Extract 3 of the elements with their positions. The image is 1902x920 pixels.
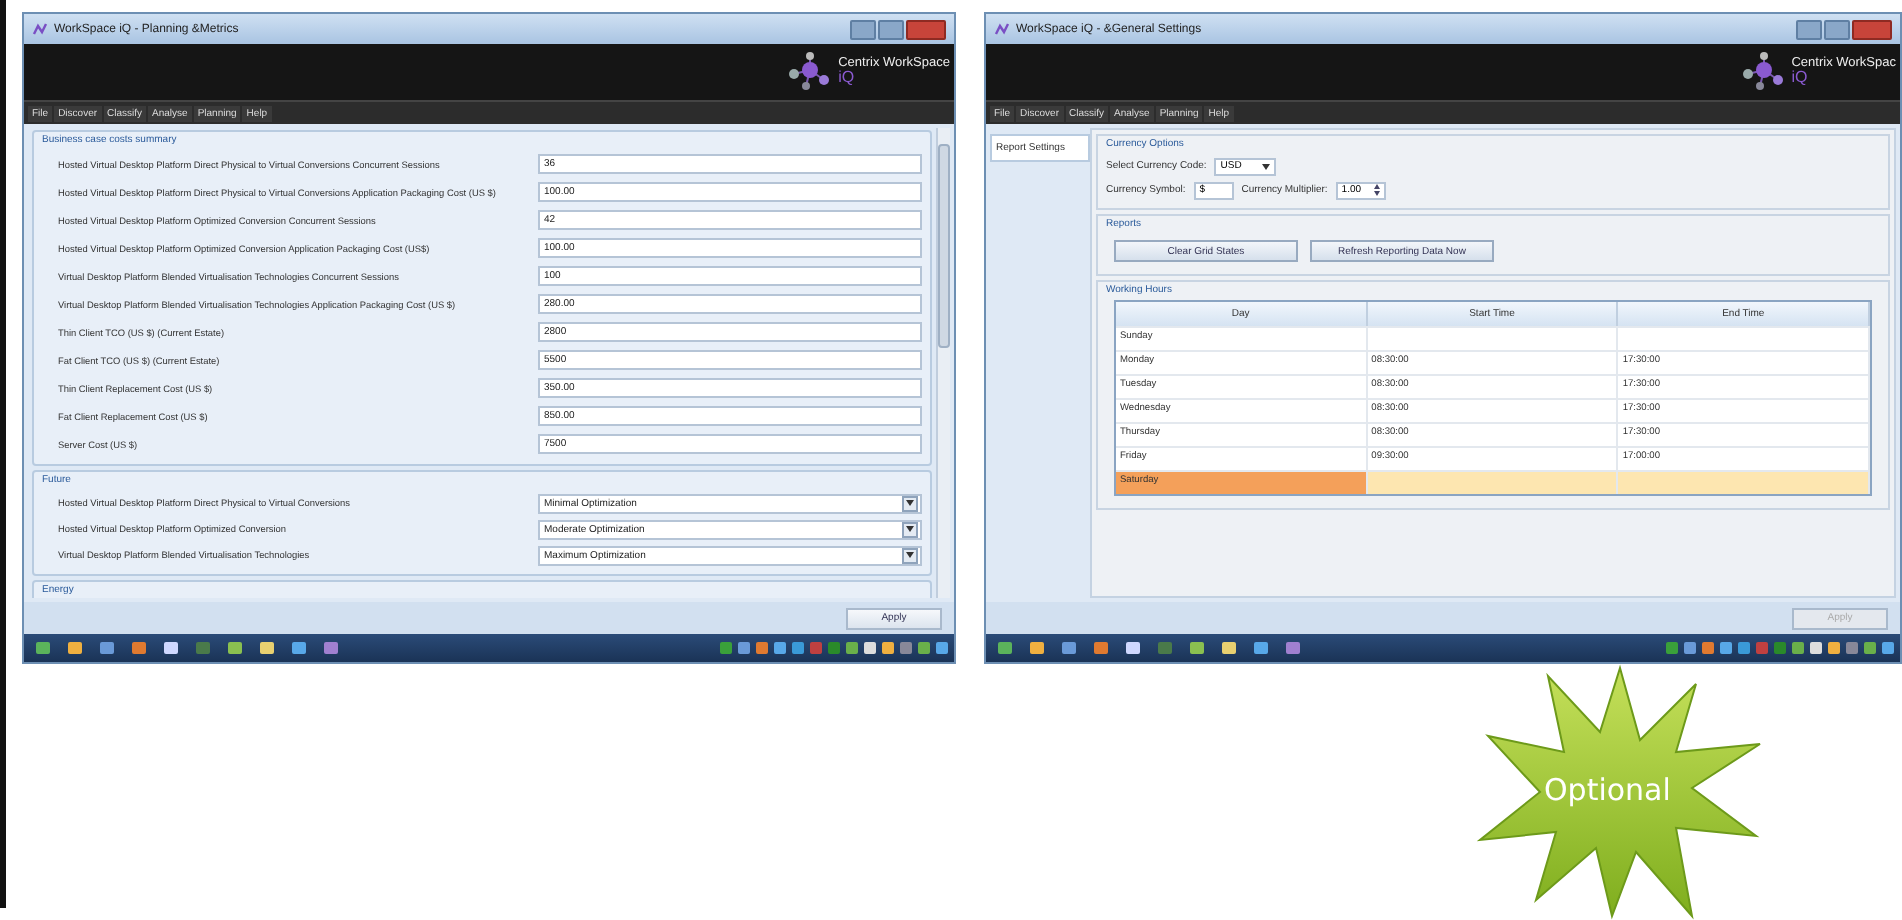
logo-suffix: iQ xyxy=(1791,70,1810,87)
logo-suffix: iQ xyxy=(838,70,857,87)
optional-label: Optional xyxy=(1544,772,1671,808)
